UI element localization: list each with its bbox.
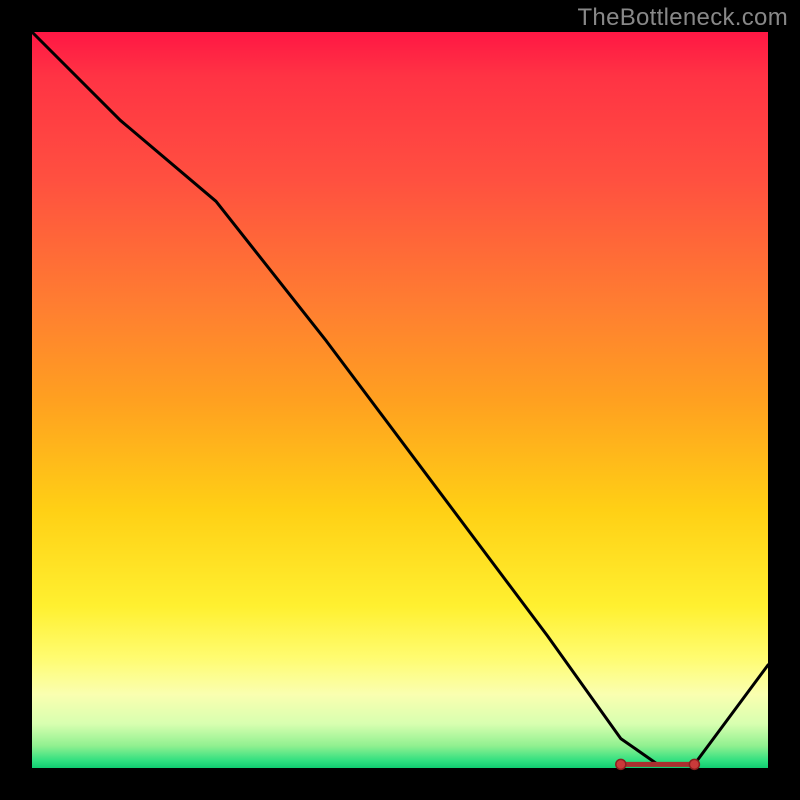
chart-svg [32,32,768,768]
caterpillar-marker [616,759,700,769]
watermark-text: TheBottleneck.com [577,4,788,32]
chart-stage: TheBottleneck.com [0,0,800,800]
bottleneck-curve [32,32,768,764]
